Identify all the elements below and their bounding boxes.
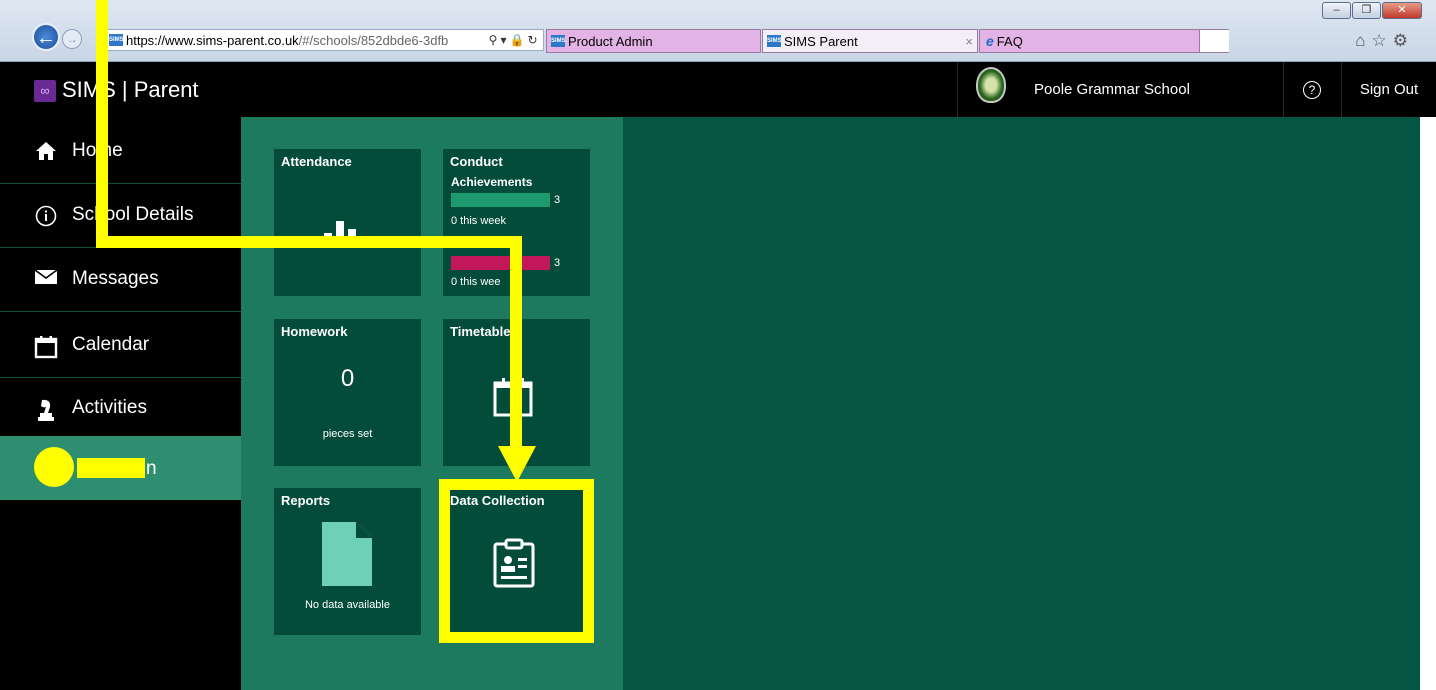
- info-icon: [34, 205, 58, 229]
- back-button[interactable]: ←: [32, 23, 60, 51]
- reports-caption: No data available: [304, 599, 390, 611]
- help-icon: ?: [1303, 81, 1321, 99]
- favorites-star-icon[interactable]: ☆: [1372, 31, 1393, 50]
- address-actions[interactable]: ⚲▾🔒↻: [489, 33, 541, 47]
- homework-count: 0: [340, 365, 355, 392]
- tab-product-admin[interactable]: SIMS Product Admin: [546, 29, 761, 53]
- refresh-icon[interactable]: ↻: [527, 33, 540, 47]
- search-icon[interactable]: ⚲: [489, 33, 501, 47]
- document-icon: [322, 522, 372, 586]
- annotation-line-down: [510, 236, 522, 450]
- new-tab-button[interactable]: [1199, 30, 1229, 52]
- tile-title: Reports: [281, 493, 331, 508]
- tab-label: SIMS Parent: [784, 33, 858, 49]
- annotation-highlight-box: [439, 479, 594, 643]
- tab-label: FAQ: [996, 33, 1023, 49]
- achievements-bar: [451, 193, 550, 207]
- annotation-line-vertical: [96, 0, 108, 248]
- app-header: ∞ SIMS | Parent Poole Grammar School ? S…: [0, 62, 1436, 117]
- annotation-line-horizontal: [96, 236, 522, 248]
- url-path: /#/schools/852dbde6-3dfb: [298, 32, 449, 48]
- sims-favicon-icon: SIMS: [551, 35, 566, 47]
- tab-label: Product Admin: [568, 33, 653, 49]
- site-favicon-icon: SIMS: [109, 34, 124, 46]
- browser-toolbar: ⌂☆⚙: [1355, 31, 1414, 51]
- sims-favicon-icon: SIMS: [767, 35, 782, 47]
- homework-caption: pieces set: [322, 428, 373, 440]
- tile-title: Homework: [281, 324, 348, 339]
- home-icon[interactable]: ⌂: [1355, 31, 1371, 50]
- app-title[interactable]: SIMS | Parent: [62, 77, 199, 103]
- behaviour-week: 0 this wee: [451, 276, 501, 288]
- maximize-button[interactable]: ❐: [1352, 2, 1381, 19]
- tile-title: Attendance: [281, 154, 352, 169]
- school-crest-icon: [976, 67, 1006, 103]
- achievements-count: 3: [554, 194, 561, 206]
- tab-faq[interactable]: e FAQ: [979, 29, 1229, 53]
- sidebar-item-label: Messages: [72, 268, 159, 289]
- annotation-dot: [34, 447, 74, 487]
- url-host: https://www.sims-parent.co.uk: [126, 32, 299, 48]
- sidebar-item-label: Calendar: [72, 334, 150, 355]
- lock-icon: 🔒: [509, 33, 528, 47]
- browser-chrome: – ❐ ✕ ← → SIMS https://www.sims-parent.c…: [0, 0, 1436, 62]
- sign-out-button[interactable]: Sign Out: [1342, 62, 1436, 117]
- sidebar-item-label: Activities: [72, 397, 147, 418]
- close-window-button[interactable]: ✕: [1382, 2, 1422, 19]
- tile-title: Timetable: [450, 324, 511, 339]
- help-button[interactable]: ?: [1284, 62, 1342, 117]
- home-icon: [34, 141, 58, 165]
- annotation-arrow-icon: [498, 446, 536, 482]
- ie-icon: e: [986, 33, 994, 49]
- sidebar-item-home[interactable]: Home: [0, 120, 241, 184]
- sidebar-item-label: School Details: [72, 204, 194, 225]
- sidebar: Home School Details Messages Calendar Ac…: [0, 117, 241, 690]
- forward-button[interactable]: →: [62, 29, 82, 49]
- behaviour-count: 3: [554, 257, 561, 269]
- window-controls: – ❐ ✕: [1321, 2, 1422, 19]
- sidebar-item-messages[interactable]: Messages: [0, 248, 241, 312]
- chess-piece-icon: [34, 398, 58, 422]
- calendar-icon: [34, 335, 58, 359]
- tile-title: Conduct: [450, 154, 503, 169]
- envelope-icon: [34, 269, 58, 293]
- settings-gear-icon[interactable]: ⚙: [1393, 31, 1414, 50]
- behaviour-bar: [451, 256, 550, 270]
- reports-tile[interactable]: Reports No data available: [274, 488, 421, 635]
- school-name: Poole Grammar School: [1034, 81, 1190, 98]
- sidebar-item-calendar[interactable]: Calendar: [0, 314, 241, 378]
- homework-tile[interactable]: Homework 0 pieces set: [274, 319, 421, 466]
- attendance-tile[interactable]: Attendance: [274, 149, 421, 296]
- school-selector[interactable]: Poole Grammar School: [957, 62, 1284, 117]
- minimize-button[interactable]: –: [1322, 2, 1351, 19]
- achievements-week: 0 this week: [451, 215, 507, 227]
- sidebar-item-label: n: [146, 458, 157, 479]
- sims-logo-icon[interactable]: ∞: [34, 80, 56, 102]
- address-bar[interactable]: SIMS https://www.sims-parent.co.uk/#/sch…: [104, 29, 544, 51]
- sidebar-item-activities[interactable]: Activities: [0, 377, 241, 441]
- content-area: [623, 117, 1420, 690]
- close-tab-icon[interactable]: ×: [965, 34, 973, 49]
- tab-sims-parent[interactable]: SIMS SIMS Parent ×: [762, 29, 978, 53]
- annotation-redaction: [77, 458, 145, 478]
- achievements-label: Achievements: [451, 175, 533, 189]
